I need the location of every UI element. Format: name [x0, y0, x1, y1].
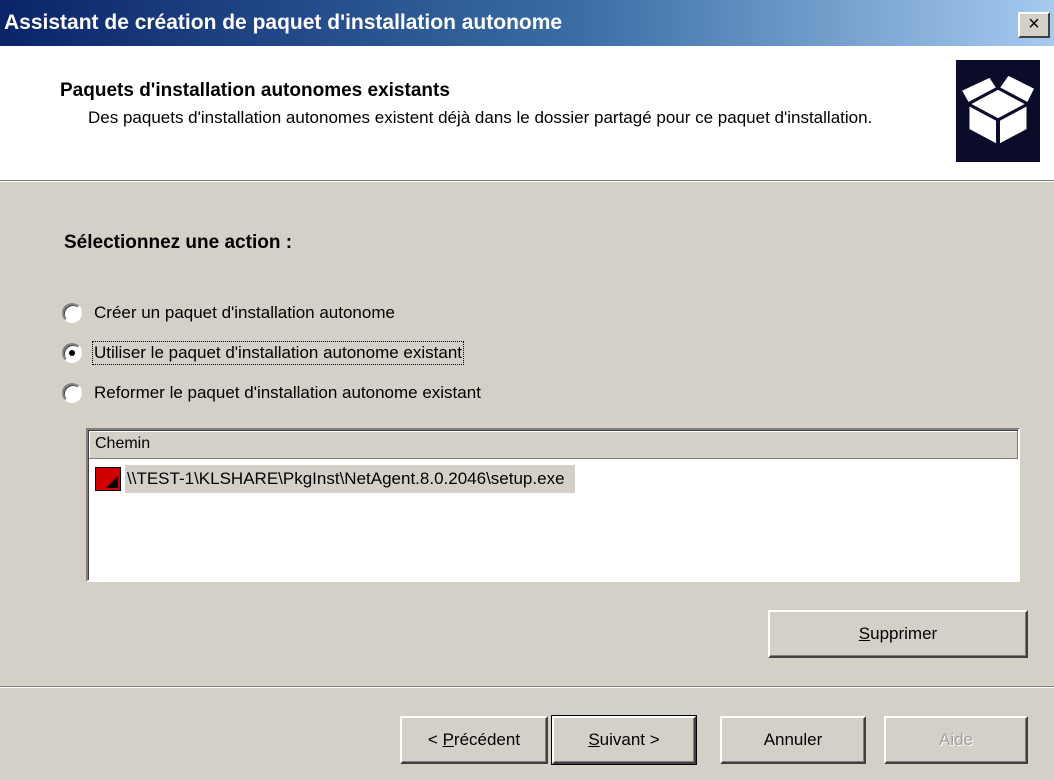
- list-inner: Chemin \\TEST-1\KLSHARE\PkgInst\NetAgent…: [88, 430, 1018, 580]
- header-divider: [0, 180, 1054, 182]
- radio-rebuild[interactable]: [62, 383, 82, 403]
- previous-mnemonic: P: [442, 730, 454, 749]
- package-list[interactable]: Chemin \\TEST-1\KLSHARE\PkgInst\NetAgent…: [86, 428, 1020, 582]
- wizard-window: Assistant de création de paquet d'instal…: [0, 0, 1054, 780]
- help-label: Aide: [938, 730, 974, 749]
- previous-prefix: <: [427, 730, 443, 749]
- option-use-existing[interactable]: Utiliser le paquet d'installation autono…: [62, 339, 465, 367]
- previous-button[interactable]: < Précédent: [400, 716, 548, 764]
- page-description: Des paquets d'installation autonomes exi…: [88, 108, 873, 127]
- list-item-path: \\TEST-1\KLSHARE\PkgInst\NetAgent.8.0.20…: [125, 465, 575, 493]
- next-mnemonic: S: [588, 730, 600, 749]
- option-use-existing-label: Utiliser le paquet d'installation autono…: [91, 341, 465, 365]
- footer-divider: [0, 686, 1054, 688]
- delete-label: upprimer: [870, 624, 938, 643]
- delete-mnemonic: S: [858, 624, 871, 643]
- next-button[interactable]: Suivant >: [551, 715, 697, 765]
- help-button[interactable]: Aide: [884, 716, 1028, 764]
- header-band: Paquets d'installation autonomes existan…: [0, 46, 1054, 180]
- radio-create[interactable]: [62, 303, 82, 323]
- title-bar[interactable]: Assistant de création de paquet d'instal…: [0, 0, 1054, 46]
- column-header-label: Chemin: [95, 435, 151, 452]
- close-icon: ×: [1028, 13, 1040, 35]
- close-button[interactable]: ×: [1018, 12, 1050, 38]
- option-rebuild-label: Reformer le paquet d'installation autono…: [94, 383, 481, 402]
- previous-label: récédent: [453, 730, 521, 749]
- option-rebuild[interactable]: Reformer le paquet d'installation autono…: [62, 379, 481, 407]
- option-create-label: Créer un paquet d'installation autonome: [94, 303, 395, 322]
- action-label: Sélectionnez une action :: [64, 232, 293, 253]
- cancel-button[interactable]: Annuler: [720, 716, 866, 764]
- kaspersky-icon: [95, 467, 121, 491]
- page-title: Paquets d'installation autonomes existan…: [60, 80, 450, 101]
- radio-use-existing[interactable]: [62, 343, 82, 363]
- window-title: Assistant de création de paquet d'instal…: [4, 11, 563, 34]
- package-box-icon: [956, 60, 1040, 162]
- next-label: uivant >: [599, 730, 660, 749]
- option-create[interactable]: Créer un paquet d'installation autonome: [62, 299, 395, 327]
- delete-button[interactable]: Supprimer: [768, 610, 1028, 658]
- column-header-path[interactable]: Chemin: [89, 431, 1018, 459]
- list-item[interactable]: \\TEST-1\KLSHARE\PkgInst\NetAgent.8.0.20…: [95, 465, 575, 493]
- cancel-label: Annuler: [763, 730, 823, 749]
